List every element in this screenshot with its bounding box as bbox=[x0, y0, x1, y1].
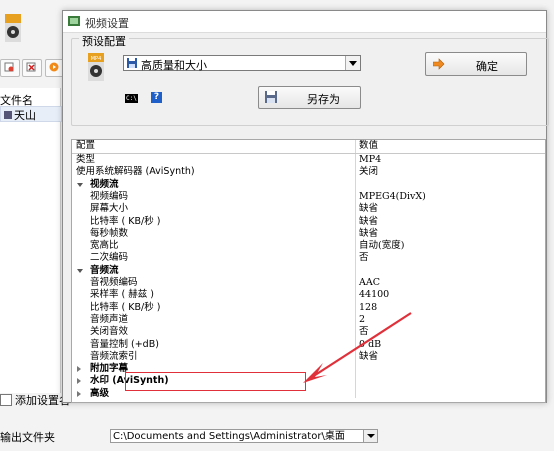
grid-row-key: 二次编码 bbox=[90, 252, 129, 264]
floppy-disk-icon bbox=[127, 58, 137, 68]
grid-row-key: 视频流 bbox=[90, 178, 119, 190]
grid-row-value[interactable]: 自动(宽度) bbox=[359, 240, 404, 252]
grid-row-key: 视频编码 bbox=[90, 190, 129, 202]
remove-file-tool-button[interactable] bbox=[22, 59, 42, 77]
chevron-down-icon[interactable] bbox=[363, 430, 377, 442]
grid-row[interactable]: 视频编码 MPEG4(DivX) bbox=[72, 191, 545, 203]
grid-row-value[interactable]: MP4 bbox=[359, 154, 381, 166]
grid-row-key: 采样率 ( 赫兹 ) bbox=[90, 289, 154, 301]
grid-row[interactable]: 屏幕大小 缺省 bbox=[72, 203, 545, 215]
ok-button-label: 确定 bbox=[476, 60, 498, 73]
output-folder-label: 输出文件夹 bbox=[0, 431, 55, 444]
dialog-title: 视频设置 bbox=[85, 17, 129, 30]
grid-row-key: 音视频编码 bbox=[90, 277, 138, 288]
svg-text:MP4: MP4 bbox=[91, 56, 102, 62]
save-as-button[interactable]: 另存为 bbox=[258, 86, 361, 109]
grid-row[interactable]: 采样率 ( 赫兹 ) 44100 bbox=[72, 289, 545, 301]
grid-row-value[interactable]: MPEG4(DivX) bbox=[359, 191, 426, 203]
grid-row-key: 每秒帧数 bbox=[90, 227, 129, 239]
collapse-triangle-icon[interactable] bbox=[77, 366, 81, 373]
remove-icon bbox=[26, 62, 36, 72]
grid-row[interactable]: 宽高比 自动(宽度) bbox=[72, 240, 545, 252]
grid-row-key: 比特率 ( KB/秒 ) bbox=[90, 215, 161, 227]
film-reel-logo-icon bbox=[5, 14, 21, 42]
grid-row-key: 高级 bbox=[90, 387, 110, 399]
preset-group-label: 预设配置 bbox=[79, 33, 129, 49]
grid-row[interactable]: 类型 MP4 bbox=[72, 154, 545, 166]
grid-row-key: 音频流 bbox=[90, 264, 119, 276]
file-list-header[interactable]: 文件名 bbox=[0, 92, 60, 107]
grid-row-key: 类型 bbox=[76, 154, 96, 165]
grid-row-key: 屏幕大小 bbox=[90, 203, 129, 215]
grid-row-key: 附加字幕 bbox=[90, 363, 129, 375]
grid-row-key: 音量控制 (+dB) bbox=[90, 338, 159, 350]
add-setting-checkbox-row[interactable]: 添加设置名 bbox=[0, 392, 70, 407]
grid-row-key: 关闭音效 bbox=[90, 326, 129, 338]
grid-row-value[interactable]: 缺省 bbox=[359, 216, 378, 228]
grid-row-value[interactable]: 缺省 bbox=[359, 203, 378, 215]
grid-category-row[interactable]: 音频流 bbox=[72, 265, 545, 277]
play-icon bbox=[49, 62, 59, 72]
add-file-icon bbox=[4, 62, 14, 72]
grid-row-value[interactable]: 44100 bbox=[359, 289, 389, 301]
video-file-icon bbox=[4, 111, 12, 119]
grid-row[interactable]: 每秒帧数 缺省 bbox=[72, 228, 545, 240]
collapse-triangle-icon[interactable] bbox=[77, 390, 81, 397]
expand-triangle-icon[interactable] bbox=[77, 268, 83, 273]
file-list-item[interactable]: 天山 bbox=[0, 106, 62, 122]
grid-row[interactable]: 二次编码 否 bbox=[72, 252, 545, 264]
chevron-down-icon[interactable] bbox=[345, 56, 360, 70]
ok-button[interactable]: 确定 bbox=[425, 52, 527, 76]
dialog-titlebar[interactable]: 视频设置 bbox=[63, 11, 546, 33]
grid-row-value[interactable]: 缺省 bbox=[359, 228, 378, 240]
grid-header-key: 配置 bbox=[76, 140, 96, 151]
video-settings-dialog: 视频设置 预设配置 MP4 高质量和大小 确定 C:\ ? 另存为 配置 数值 … bbox=[62, 10, 549, 403]
grid-row-key: 宽高比 bbox=[90, 240, 119, 252]
save-as-button-label: 另存为 bbox=[307, 93, 340, 106]
preset-selected-value: 高质量和大小 bbox=[141, 59, 207, 72]
collapse-triangle-icon[interactable] bbox=[77, 378, 81, 385]
add-setting-checkbox[interactable] bbox=[0, 394, 12, 406]
floppy-disk-icon bbox=[265, 91, 277, 103]
console-icon[interactable]: C:\ bbox=[125, 94, 138, 103]
grid-category-row[interactable]: 视频流 bbox=[72, 179, 545, 191]
annotation-arrow bbox=[303, 312, 412, 383]
grid-header-row: 配置 数值 bbox=[72, 140, 545, 154]
grid-row[interactable]: 音视频编码 AAC bbox=[72, 277, 545, 289]
preset-select[interactable]: 高质量和大小 bbox=[123, 55, 361, 72]
file-list[interactable] bbox=[0, 88, 61, 393]
grid-row-value[interactable]: 关闭 bbox=[359, 166, 378, 178]
grid-row-value[interactable]: 否 bbox=[359, 252, 369, 264]
grid-header-value: 数值 bbox=[359, 140, 379, 151]
grid-row-key: 使用系统解码器 (AviSynth) bbox=[76, 166, 195, 178]
annotation-highlight-box bbox=[125, 372, 306, 391]
expand-triangle-icon[interactable] bbox=[77, 182, 83, 187]
grid-row-value[interactable]: AAC bbox=[359, 277, 380, 289]
output-folder-combo[interactable]: C:\Documents and Settings\Administrator\… bbox=[110, 429, 378, 443]
arrow-right-icon bbox=[433, 58, 445, 70]
grid-row-key: 音频流索引 bbox=[90, 350, 138, 362]
film-reel-logo-icon: MP4 bbox=[88, 53, 104, 81]
grid-row[interactable]: 使用系统解码器 (AviSynth) 关闭 bbox=[72, 166, 545, 178]
film-icon bbox=[68, 16, 80, 26]
add-file-tool-button[interactable] bbox=[0, 59, 20, 77]
grid-row-key: 比特率 ( KB/秒 ) bbox=[90, 301, 161, 313]
help-icon[interactable]: ? bbox=[151, 92, 162, 103]
grid-row-key: 音频声道 bbox=[90, 313, 129, 325]
grid-row[interactable]: 比特率 ( KB/秒 ) 缺省 bbox=[72, 216, 545, 228]
